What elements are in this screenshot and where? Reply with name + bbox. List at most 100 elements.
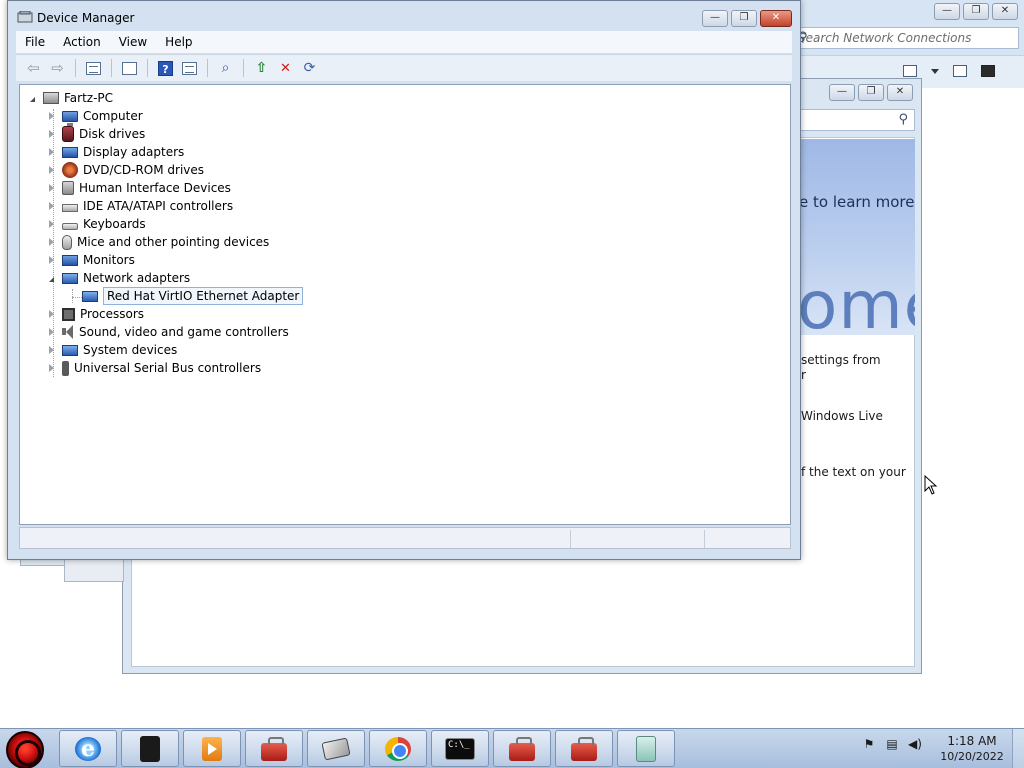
preview-pane-icon[interactable] [953, 65, 967, 77]
details-pane-icon[interactable] [981, 65, 995, 77]
update-driver-icon[interactable]: ⇧ [252, 59, 271, 78]
taskbar-item-command-prompt[interactable]: C:\_ [431, 730, 489, 767]
taskbar-item-toolbox[interactable] [245, 730, 303, 767]
menu-file[interactable]: File [16, 35, 54, 49]
tree-root[interactable]: Fartz-PC [30, 89, 113, 107]
expand-arrow-icon[interactable] [49, 130, 54, 138]
tree-item-human-interface-devices[interactable]: Human Interface Devices [49, 179, 231, 197]
change-view-icon[interactable] [903, 65, 917, 77]
paragraph: f the text on your [801, 465, 906, 480]
window-controls: — ❐ ✕ [702, 10, 792, 27]
close-button[interactable]: ✕ [992, 3, 1018, 20]
device-tree[interactable]: Fartz-PC Computer Disk drives Display ad… [19, 84, 791, 525]
tree-item-usb-controllers[interactable]: Universal Serial Bus controllers [49, 359, 261, 377]
tree-item-computer[interactable]: Computer [49, 107, 143, 126]
banner-text[interactable]: e to learn more [799, 193, 914, 211]
tree-item-label: Universal Serial Bus controllers [74, 361, 262, 375]
title-bar[interactable]: Device Manager — ❐ ✕ [8, 1, 800, 31]
taskbar-item-media-player[interactable] [183, 730, 241, 767]
show-action-pane-icon[interactable] [180, 59, 199, 78]
tree-item-system-devices[interactable]: System devices [49, 341, 177, 359]
collapse-arrow-icon[interactable] [30, 96, 35, 102]
tree-item-virtio-adapter[interactable]: Red Hat VirtIO Ethernet Adapter [82, 287, 304, 305]
show-hide-console-tree-icon[interactable] [84, 59, 103, 78]
flag-icon[interactable]: ⚑ [862, 737, 876, 751]
media-player-icon [202, 736, 222, 761]
tree-item-network-adapters[interactable]: Network adapters [49, 269, 190, 287]
restore-button[interactable]: ❐ [963, 3, 989, 20]
help-icon[interactable]: ? [156, 59, 175, 78]
tree-item-sound-controllers[interactable]: Sound, video and game controllers [49, 323, 289, 341]
search-input[interactable]: ⚲ [795, 109, 915, 131]
close-button[interactable]: ✕ [760, 10, 792, 27]
menu-action[interactable]: Action [54, 35, 110, 49]
expand-arrow-icon[interactable] [49, 364, 54, 372]
tree-item-mice[interactable]: Mice and other pointing devices [49, 233, 269, 251]
window-title: Device Manager [37, 11, 135, 25]
status-divider [570, 530, 571, 548]
taskbar-item-chrome[interactable] [369, 730, 427, 767]
taskbar-item-toolbox-2[interactable] [493, 730, 551, 767]
tree-item-keyboards[interactable]: Keyboards [49, 215, 146, 233]
expand-arrow-icon[interactable] [49, 112, 54, 120]
toolbox-icon [509, 736, 535, 761]
expand-arrow-icon[interactable] [49, 346, 54, 354]
expand-arrow-icon[interactable] [49, 220, 54, 228]
scan-hardware-icon[interactable]: ⌕ [216, 59, 235, 78]
expand-arrow-icon[interactable] [49, 256, 54, 264]
taskbar-item-tablet[interactable] [307, 730, 365, 767]
toolbar: ⇦ ⇨ ? ⌕ ⇧ ✕ ⟳ [16, 54, 792, 81]
expand-arrow-icon[interactable] [49, 148, 54, 156]
tree-item-label: Monitors [83, 253, 135, 267]
restore-button[interactable]: ❐ [858, 84, 884, 101]
back-arrow-icon[interactable]: ⇦ [24, 59, 43, 78]
search-icon[interactable]: ⚲ [898, 112, 908, 127]
minimize-button[interactable]: — [702, 10, 728, 27]
menu-view[interactable]: View [110, 35, 156, 49]
chevron-down-icon[interactable] [931, 68, 939, 74]
tree-item-dvd-drives[interactable]: DVD/CD-ROM drives [49, 161, 204, 179]
hid-icon [62, 181, 74, 195]
start-button[interactable] [6, 731, 46, 768]
minimize-button[interactable]: — [829, 84, 855, 101]
forward-arrow-icon[interactable]: ⇨ [48, 59, 67, 78]
tree-item-ide-controllers[interactable]: IDE ATA/ATAPI controllers [49, 197, 233, 215]
taskbar-item-notes[interactable] [617, 730, 675, 767]
device-manager-icon [17, 11, 33, 23]
disable-device-icon[interactable]: ✕ [276, 59, 295, 78]
expand-arrow-icon[interactable] [49, 328, 54, 336]
search-icon[interactable]: ⚲ [798, 30, 1012, 45]
tree-item-label: IDE ATA/ATAPI controllers [83, 199, 234, 213]
scan-hardware-changes-icon[interactable]: ⟳ [300, 59, 319, 78]
welcome-banner: e to learn more ome [793, 139, 915, 335]
tree-item-processors[interactable]: Processors [49, 305, 144, 323]
tree-item-disk-drives[interactable]: Disk drives [49, 125, 145, 143]
expand-arrow-icon[interactable] [49, 238, 54, 246]
minimize-button[interactable]: — [934, 3, 960, 20]
expand-arrow-icon[interactable] [49, 202, 54, 210]
expand-arrow-icon[interactable] [49, 310, 54, 318]
close-button[interactable]: ✕ [887, 84, 913, 101]
collapse-arrow-icon[interactable] [49, 276, 54, 282]
show-desktop-button[interactable] [1012, 729, 1024, 768]
network-icon[interactable]: ▤ [885, 737, 899, 751]
taskbar-item-toolbox-3[interactable] [555, 730, 613, 767]
tree-item-display-adapters[interactable]: Display adapters [49, 143, 184, 161]
dvd-drive-icon [62, 162, 78, 178]
clock[interactable]: 1:18 AM 10/20/2022 [936, 733, 1008, 764]
expand-arrow-icon[interactable] [49, 184, 54, 192]
volume-icon[interactable]: ◀) [908, 737, 922, 751]
taskbar-item-ie[interactable] [59, 730, 117, 767]
expand-arrow-icon[interactable] [49, 166, 54, 174]
paragraph: Windows Live [801, 409, 883, 424]
search-input[interactable]: Search Network Connections ⚲ [791, 27, 1019, 49]
paragraph-line: settings from [801, 353, 881, 367]
usb-icon [62, 360, 69, 376]
maximize-button[interactable]: ❐ [731, 10, 757, 27]
tree-item-monitors[interactable]: Monitors [49, 251, 135, 269]
taskbar-item-terminal[interactable] [121, 730, 179, 767]
toolbar-separator [75, 59, 76, 77]
properties-icon[interactable] [120, 59, 139, 78]
menu-help[interactable]: Help [156, 35, 201, 49]
clock-time: 1:18 AM [947, 734, 997, 748]
